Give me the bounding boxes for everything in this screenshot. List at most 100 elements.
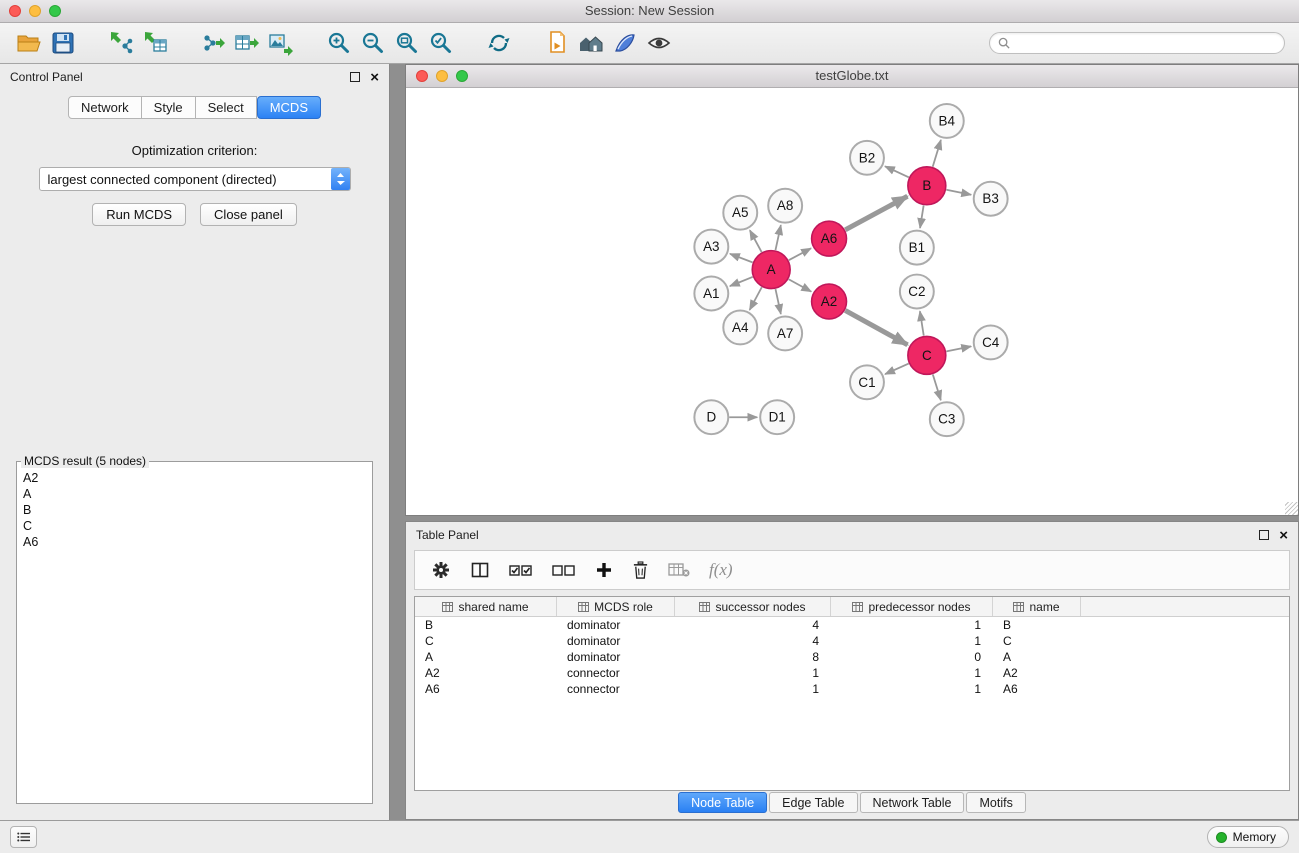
- graph-edge-A-A7[interactable]: [775, 289, 780, 314]
- float-panel-icon[interactable]: [350, 72, 360, 82]
- graph-node-C2[interactable]: C2: [900, 275, 934, 309]
- table-tab-edge-table[interactable]: Edge Table: [769, 792, 857, 813]
- graphics-details-button[interactable]: [608, 26, 642, 60]
- graph-edge-A-A1[interactable]: [730, 277, 753, 286]
- mcds-result-item-a6[interactable]: A6: [17, 534, 372, 550]
- graph-edge-B-B3[interactable]: [946, 190, 971, 195]
- graph-edge-C-C2[interactable]: [920, 311, 924, 335]
- table-tab-motifs[interactable]: Motifs: [966, 792, 1025, 813]
- mcds-result-item-b[interactable]: B: [17, 502, 372, 518]
- control-tab-style[interactable]: Style: [142, 96, 196, 119]
- graph-node-D[interactable]: D: [694, 400, 728, 434]
- export-network-button[interactable]: [196, 26, 230, 60]
- deselect-all-button[interactable]: [552, 562, 576, 578]
- close-window-button[interactable]: [9, 5, 21, 17]
- graph-node-A[interactable]: A: [752, 251, 790, 289]
- network-file-button[interactable]: [540, 26, 574, 60]
- close-network-window-button[interactable]: [416, 70, 428, 82]
- graph-edge-C-C3[interactable]: [933, 374, 941, 400]
- function-builder-button[interactable]: f(x): [709, 560, 733, 580]
- graph-node-B[interactable]: B: [908, 167, 946, 205]
- show-hide-details-button[interactable]: [642, 26, 676, 60]
- graph-node-A3[interactable]: A3: [694, 230, 728, 264]
- graph-edge-A-A6[interactable]: [789, 248, 811, 260]
- network-window-titlebar[interactable]: testGlobe.txt: [406, 65, 1298, 88]
- table-tab-network-table[interactable]: Network Table: [860, 792, 965, 813]
- task-history-button[interactable]: [10, 826, 37, 848]
- resize-grip[interactable]: [1285, 502, 1298, 515]
- select-all-button[interactable]: [509, 562, 533, 578]
- table-row-a6[interactable]: A6connector11A6: [415, 681, 1289, 697]
- graph-edge-C-C4[interactable]: [946, 346, 971, 351]
- maximize-network-window-button[interactable]: [456, 70, 468, 82]
- column-header-predecessor-nodes[interactable]: predecessor nodes: [831, 597, 993, 616]
- export-image-button[interactable]: [264, 26, 298, 60]
- delete-column-button[interactable]: [632, 561, 649, 580]
- graph-node-D1[interactable]: D1: [760, 400, 794, 434]
- graph-node-A6[interactable]: A6: [812, 221, 847, 256]
- search-input[interactable]: [1016, 35, 1276, 51]
- mcds-result-item-c[interactable]: C: [17, 518, 372, 534]
- graph-node-A4[interactable]: A4: [723, 310, 757, 344]
- show-columns-button[interactable]: [470, 560, 490, 580]
- mcds-result-item-a2[interactable]: A2: [17, 470, 372, 486]
- graph-edge-A-A8[interactable]: [775, 225, 780, 250]
- graph-edge-A-A4[interactable]: [750, 287, 762, 310]
- table-tab-node-table[interactable]: Node Table: [678, 792, 767, 813]
- graph-node-B4[interactable]: B4: [930, 104, 964, 138]
- zoom-out-button[interactable]: [356, 26, 390, 60]
- minimize-network-window-button[interactable]: [436, 70, 448, 82]
- zoom-fit-button[interactable]: [390, 26, 424, 60]
- table-row-c[interactable]: Cdominator41C: [415, 633, 1289, 649]
- graph-node-A5[interactable]: A5: [723, 196, 757, 230]
- table-settings-button[interactable]: [431, 560, 451, 580]
- close-panel-icon[interactable]: ×: [370, 70, 379, 85]
- control-tab-mcds[interactable]: MCDS: [257, 96, 321, 119]
- graph-edge-A6-B[interactable]: [845, 196, 907, 230]
- graph-node-C3[interactable]: C3: [930, 402, 964, 436]
- column-header-shared-name[interactable]: shared name: [415, 597, 557, 616]
- save-session-button[interactable]: [46, 26, 80, 60]
- graph-node-A2[interactable]: A2: [812, 284, 847, 319]
- criterion-dropdown[interactable]: largest connected component (directed): [39, 167, 351, 191]
- graph-edge-B-B1[interactable]: [920, 205, 924, 228]
- memory-button[interactable]: Memory: [1207, 826, 1289, 848]
- graph-node-B1[interactable]: B1: [900, 231, 934, 265]
- graph-edge-C-C1[interactable]: [885, 364, 909, 375]
- apply-layout-button[interactable]: [482, 26, 516, 60]
- network-graph[interactable]: B4B2BB3B1A5A8A6A3AA1A4A7A2C2C4CC1C3DD1: [406, 88, 1298, 515]
- close-mcds-panel-button[interactable]: Close panel: [200, 203, 297, 226]
- search-field[interactable]: [989, 32, 1285, 54]
- column-header-successor-nodes[interactable]: successor nodes: [675, 597, 831, 616]
- import-table-button[interactable]: [138, 26, 172, 60]
- graph-node-B3[interactable]: B3: [974, 182, 1008, 216]
- control-tab-select[interactable]: Select: [196, 96, 257, 119]
- mcds-result-item-a[interactable]: A: [17, 486, 372, 502]
- network-canvas[interactable]: B4B2BB3B1A5A8A6A3AA1A4A7A2C2C4CC1C3DD1: [406, 88, 1298, 515]
- table-row-a2[interactable]: A2connector11A2: [415, 665, 1289, 681]
- graph-node-C4[interactable]: C4: [974, 325, 1008, 359]
- add-column-button[interactable]: [595, 561, 613, 579]
- graph-node-C[interactable]: C: [908, 336, 946, 374]
- graph-node-A1[interactable]: A1: [694, 277, 728, 311]
- graph-edge-B-B4[interactable]: [933, 140, 941, 167]
- float-table-panel-icon[interactable]: [1259, 530, 1269, 540]
- zoom-selected-button[interactable]: [424, 26, 458, 60]
- delete-table-button[interactable]: [668, 562, 690, 578]
- graph-edge-A2-C[interactable]: [845, 310, 907, 344]
- table-row-b[interactable]: Bdominator41B: [415, 617, 1289, 633]
- run-mcds-button[interactable]: Run MCDS: [92, 203, 186, 226]
- export-table-button[interactable]: [230, 26, 264, 60]
- graph-edge-A-A2[interactable]: [789, 279, 812, 291]
- graph-node-C1[interactable]: C1: [850, 365, 884, 399]
- column-header-name[interactable]: name: [993, 597, 1081, 616]
- home-button[interactable]: [574, 26, 608, 60]
- import-network-button[interactable]: [104, 26, 138, 60]
- graph-edge-B-B2[interactable]: [885, 166, 909, 177]
- graph-edge-A-A3[interactable]: [730, 254, 753, 263]
- graph-edge-A-A5[interactable]: [750, 230, 762, 252]
- maximize-window-button[interactable]: [49, 5, 61, 17]
- table-row-a[interactable]: Adominator80A: [415, 649, 1289, 665]
- graph-node-A7[interactable]: A7: [768, 316, 802, 350]
- open-session-button[interactable]: [12, 26, 46, 60]
